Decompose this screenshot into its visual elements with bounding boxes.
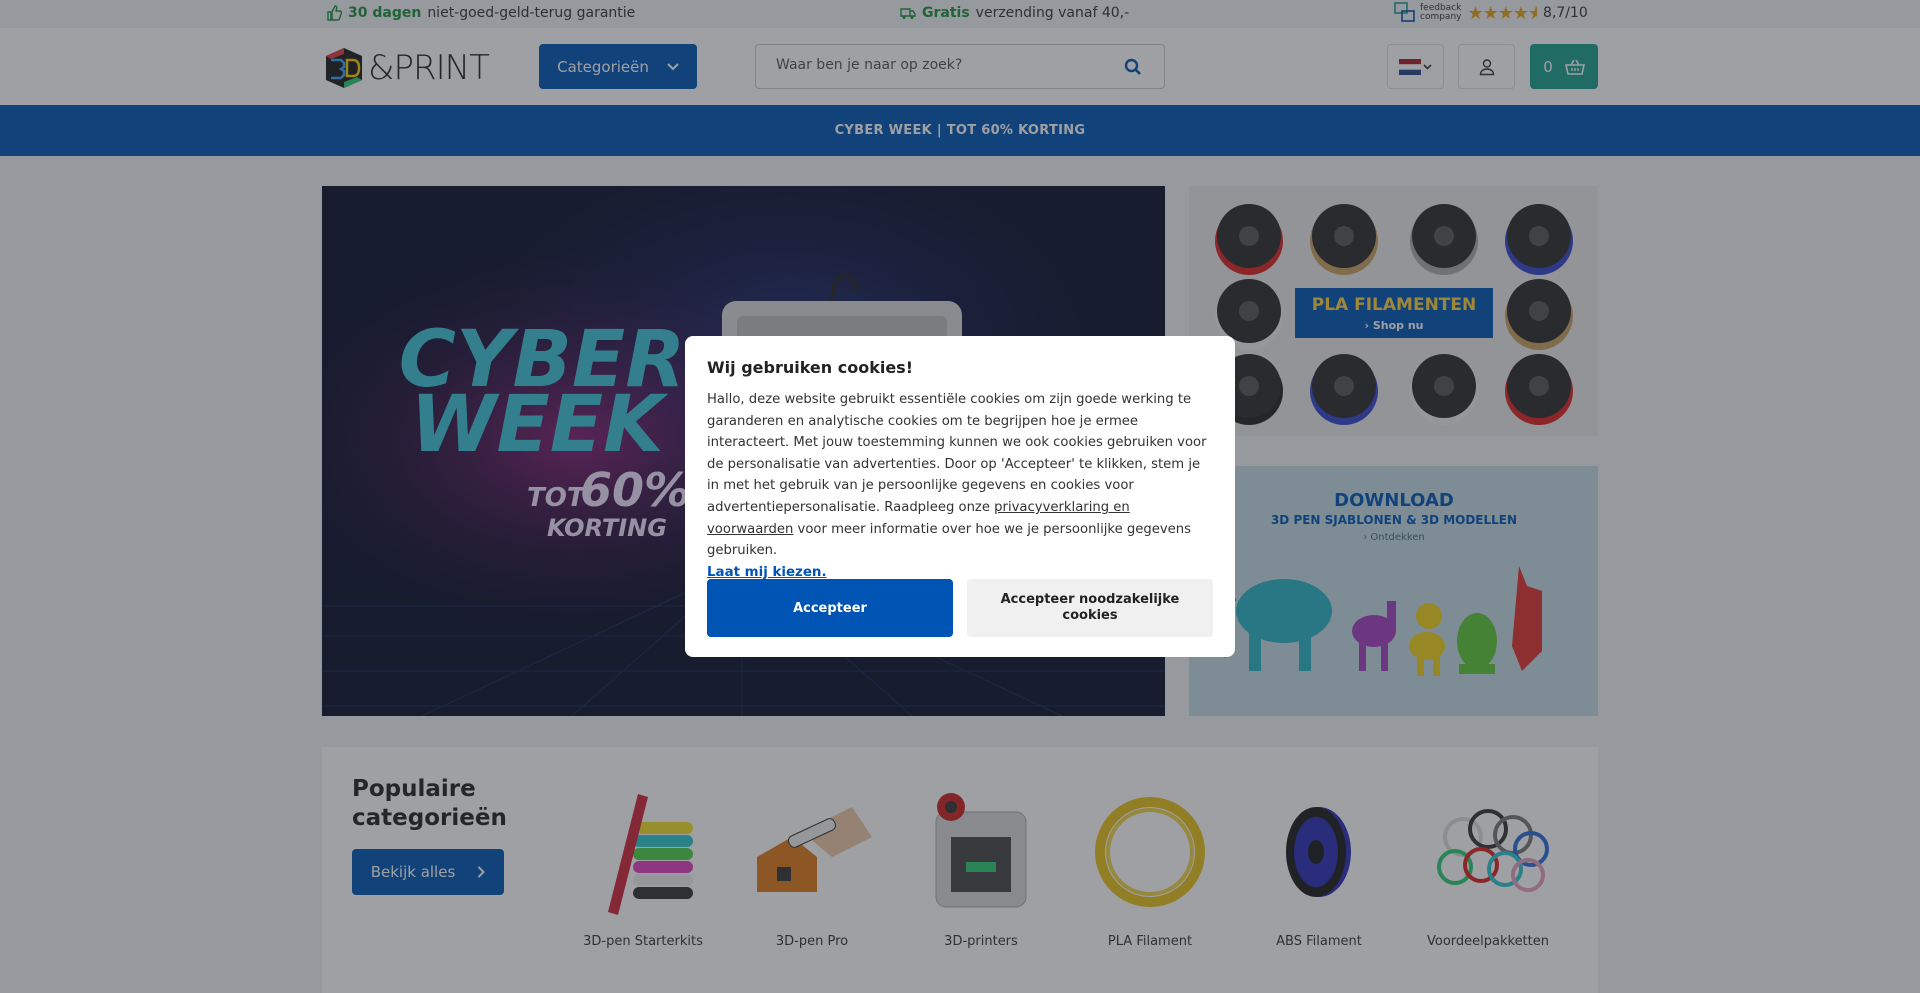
cookie-dialog-buttons: Accepteer Accepteer noodzakelijke cookie…	[707, 579, 1213, 637]
cookie-dialog-title: Wij gebruiken cookies!	[707, 358, 913, 377]
cookie-consent-dialog: Wij gebruiken cookies! Hallo, deze websi…	[685, 336, 1235, 657]
accept-necessary-cookies-button[interactable]: Accepteer noodzakelijke cookies	[967, 579, 1213, 637]
cookie-body-text: Hallo, deze website gebruikt essentiële …	[707, 392, 1207, 515]
accept-cookies-button[interactable]: Accepteer	[707, 579, 953, 637]
cookie-dialog-body: Hallo, deze website gebruikt essentiële …	[707, 389, 1213, 583]
